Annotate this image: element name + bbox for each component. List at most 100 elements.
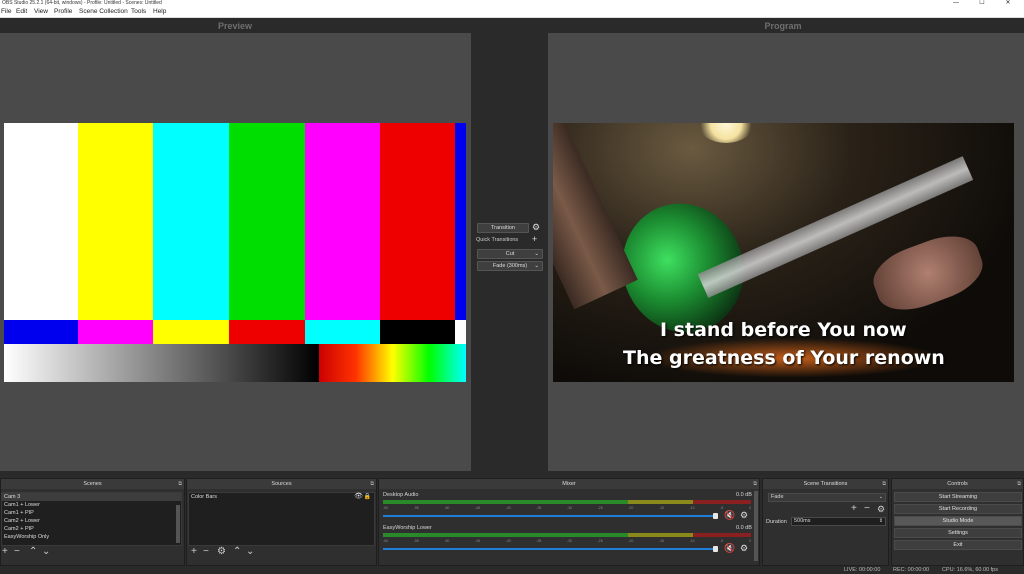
scene-item[interactable]: Cam2 + PIP: [2, 525, 181, 533]
duration-label: Duration: [766, 519, 787, 525]
meter-scale: -60 -55 -50 -45 -40 -35 -30 -25 -20 -15 -10 -5 0: [383, 506, 751, 510]
gear-icon[interactable]: ⚙: [740, 543, 748, 554]
chevron-down-icon: ⌄: [878, 494, 883, 500]
source-item[interactable]: Color Bars 👁 🔒: [189, 493, 374, 501]
volume-slider[interactable]: [383, 515, 718, 517]
scene-transitions-dock: Scene Transitions ⧉ Fade ⌄ + − ⚙ Duratio…: [762, 478, 889, 566]
live-status: LIVE: 00:00:00: [844, 567, 881, 573]
sources-header: Sources: [187, 479, 376, 489]
exit-button[interactable]: Exit: [894, 540, 1022, 550]
dock-pin-icon[interactable]: ⧉: [1017, 479, 1021, 489]
scenes-header: Scenes: [1, 479, 184, 489]
volume-slider-knob[interactable]: [713, 546, 718, 552]
duration-spinbox[interactable]: 500ms ⇕: [791, 517, 886, 526]
add-icon[interactable]: +: [532, 235, 537, 244]
scenes-list: Cam 3 Cam1 + Lower Cam1 + PIP Cam2 + Low…: [1, 492, 182, 546]
program-label: Program: [764, 21, 802, 31]
move-up-icon[interactable]: ⌃: [233, 547, 241, 557]
mixer-scrollbar[interactable]: [754, 491, 758, 561]
transition-button[interactable]: Transition: [477, 223, 529, 233]
controls-dock: Controls ⧉ Start Streaming Start Recordi…: [891, 478, 1024, 566]
menu-edit[interactable]: Edit: [16, 8, 27, 15]
mixer-header: Mixer: [379, 479, 759, 489]
program-video-frame: I stand before You now The greatness of …: [553, 123, 1014, 382]
scenes-scrollbar[interactable]: [176, 505, 180, 543]
dock-pin-icon[interactable]: ⧉: [882, 479, 886, 489]
sources-dock: Sources ⧉ Color Bars 👁 🔒 + − ⚙ ⌃ ⌄: [186, 478, 377, 566]
cut-label: Cut: [505, 251, 515, 257]
settings-button[interactable]: Settings: [894, 528, 1022, 538]
menu-bar: File Edit View Profile Scene Collection …: [0, 6, 1024, 18]
quick-transition-cut[interactable]: Cut ⌄: [477, 249, 543, 259]
preview-canvas[interactable]: [0, 33, 471, 471]
remove-icon[interactable]: −: [14, 547, 20, 557]
mixer-channel-name: EasyWorship Lower: [383, 525, 432, 531]
quick-transitions-label: Quick Transitions: [476, 237, 519, 243]
lyric-line-1: I stand before You now: [660, 319, 907, 341]
menu-scene-collection[interactable]: Scene Collection: [79, 8, 128, 15]
main-area: Preview Program Transition ⚙ Quick Trans…: [0, 18, 1024, 476]
scene-item[interactable]: Cam2 + Lower: [2, 517, 181, 525]
audio-meter: [383, 533, 751, 537]
source-label: Color Bars: [191, 494, 217, 500]
add-icon[interactable]: +: [191, 547, 197, 557]
scene-transitions-header: Scene Transitions: [763, 479, 888, 489]
quick-transition-fade[interactable]: Fade (300ms) ⌄: [477, 261, 543, 271]
scene-item[interactable]: Cam1 + Lower: [2, 501, 181, 509]
preview-label: Preview: [217, 21, 253, 31]
remove-icon[interactable]: −: [203, 547, 209, 557]
dock-pin-icon[interactable]: ⧉: [178, 479, 182, 489]
menu-tools[interactable]: Tools: [131, 8, 146, 15]
scenes-dock: Scenes ⧉ Cam 3 Cam1 + Lower Cam1 + PIP C…: [0, 478, 185, 566]
meter-scale: -60 -55 -50 -45 -40 -35 -30 -25 -20 -15 -10 -5 0: [383, 539, 751, 543]
mixer-dock: Mixer ⧉ Desktop Audio 0.0 dB -60 -55 -50 -4…: [378, 478, 760, 566]
menu-view[interactable]: View: [34, 8, 48, 15]
mixer-channel-name: Desktop Audio: [383, 492, 419, 498]
volume-slider[interactable]: [383, 548, 718, 550]
program-canvas[interactable]: I stand before You now The greatness of …: [548, 33, 1024, 471]
scene-item[interactable]: Cam 3: [2, 493, 181, 501]
move-down-icon[interactable]: ⌄: [42, 547, 50, 557]
start-streaming-button[interactable]: Start Streaming: [894, 492, 1022, 502]
remove-icon[interactable]: −: [864, 504, 870, 514]
lyric-line-2: The greatness of Your renown: [623, 347, 945, 369]
mute-icon[interactable]: 🔇: [724, 510, 735, 521]
scene-item[interactable]: Cam1 + PIP: [2, 509, 181, 517]
dock-pin-icon[interactable]: ⧉: [753, 479, 757, 489]
audio-meter: [383, 500, 751, 504]
move-down-icon[interactable]: ⌄: [246, 547, 254, 557]
add-icon[interactable]: +: [2, 547, 8, 557]
lock-icon[interactable]: 🔒: [364, 493, 371, 501]
studio-mode-button[interactable]: Studio Mode: [894, 516, 1022, 526]
transition-select-value: Fade: [771, 494, 784, 500]
volume-slider-knob[interactable]: [713, 513, 718, 519]
sources-list: Color Bars 👁 🔒: [188, 492, 375, 546]
mixer-channel-level: 0.0 dB: [736, 492, 752, 498]
color-bars-image: [4, 123, 466, 382]
controls-header: Controls: [892, 479, 1023, 489]
fade-label: Fade (300ms): [492, 263, 528, 269]
dock-pin-icon[interactable]: ⧉: [370, 479, 374, 489]
duration-value: 500ms: [794, 518, 811, 524]
menu-profile[interactable]: Profile: [54, 8, 72, 15]
cpu-status: CPU: 16.6%, 60.00 fps: [942, 567, 998, 573]
mute-icon[interactable]: 🔇: [724, 543, 735, 554]
chevron-down-icon: ⌄: [534, 251, 539, 257]
move-up-icon[interactable]: ⌃: [29, 547, 37, 557]
gear-icon[interactable]: ⚙: [740, 510, 748, 521]
mixer-channel-level: 0.0 dB: [736, 525, 752, 531]
transition-select[interactable]: Fade ⌄: [768, 493, 886, 502]
menu-file[interactable]: File: [1, 8, 11, 15]
gear-icon[interactable]: ⚙: [532, 223, 540, 232]
status-bar: LIVE: 00:00:00 REC: 00:00:00 CPU: 16.6%,…: [0, 566, 1024, 574]
rec-status: REC: 00:00:00: [893, 567, 930, 573]
gear-icon[interactable]: ⚙: [217, 547, 226, 557]
chevron-down-icon: ⌄: [534, 263, 539, 269]
stepper-icon[interactable]: ⇕: [879, 518, 883, 525]
scene-item[interactable]: EasyWorship Only: [2, 533, 181, 541]
menu-help[interactable]: Help: [153, 8, 166, 15]
add-icon[interactable]: +: [851, 504, 857, 514]
gear-icon[interactable]: ⚙: [877, 504, 885, 514]
start-recording-button[interactable]: Start Recording: [894, 504, 1022, 514]
eye-icon[interactable]: 👁: [354, 493, 363, 501]
